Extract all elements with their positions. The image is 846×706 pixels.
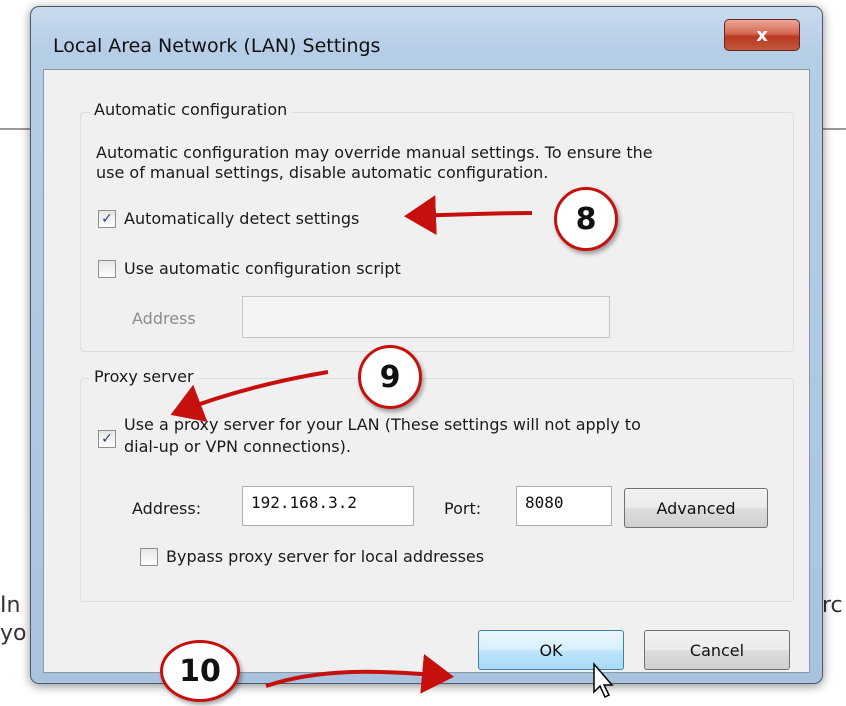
mouse-pointer-icon bbox=[593, 661, 614, 699]
annotation-arrows bbox=[170, 195, 614, 699]
step-8-badge: 8 bbox=[554, 187, 618, 251]
step-10-badge: 10 bbox=[160, 640, 240, 702]
step-9-badge: 9 bbox=[358, 345, 422, 409]
arrow-step-8 bbox=[404, 195, 533, 236]
arrow-step-10 bbox=[265, 653, 454, 694]
arrow-step-9 bbox=[170, 370, 329, 423]
